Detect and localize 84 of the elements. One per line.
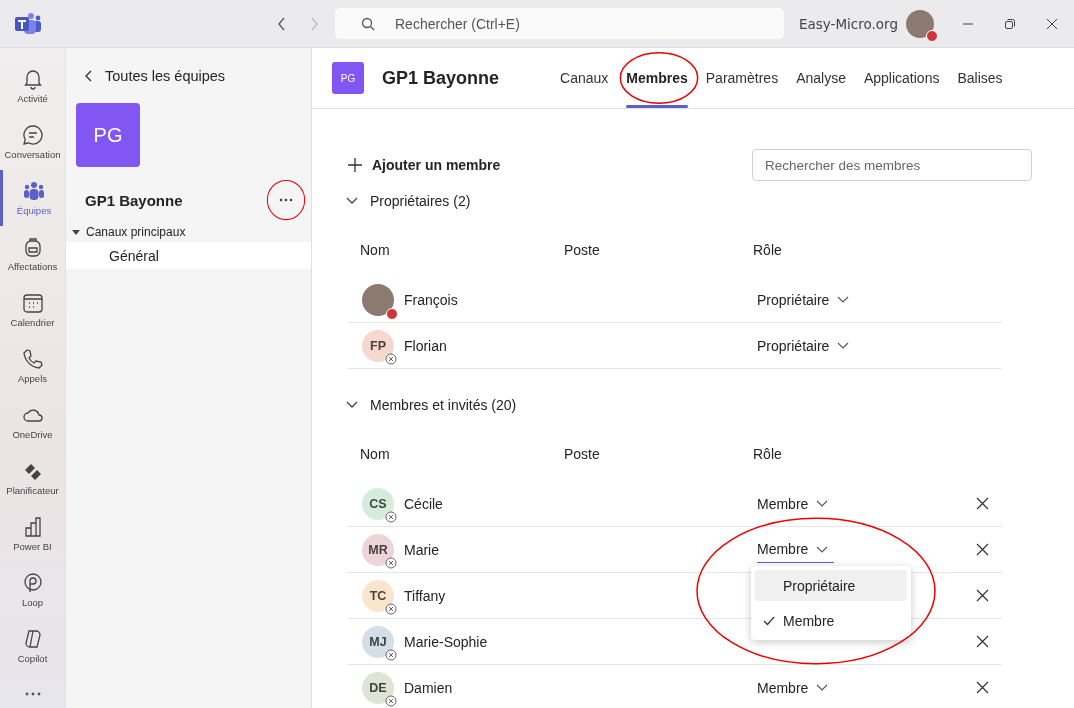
teams-logo-icon[interactable] [14,11,42,36]
avatar: MR [362,533,394,566]
member-name: Florian [404,337,447,354]
avatar: CS [362,487,394,520]
remove-icon[interactable] [976,497,989,510]
column-header: Poste [564,446,601,462]
plus-icon [348,158,362,172]
member-name: Damien [404,679,453,696]
rail-item[interactable]: Calendrier [0,282,66,338]
tab[interactable]: Balises [948,48,1012,108]
remove-icon[interactable] [976,681,989,694]
column-header: Rôle [753,446,783,462]
chevron-icon [837,296,850,303]
back-icon [85,70,93,82]
team-avatar: PG [76,103,140,167]
chevron-icon [816,545,829,553]
tab[interactable]: Membres [617,48,697,108]
avatar: MJ [362,625,394,658]
add-member-button[interactable]: Ajouter un membre [348,157,501,173]
rail-item[interactable]: OneDrive [0,394,66,450]
channel-item[interactable]: Général [66,242,311,269]
tab[interactable]: Applications [854,48,949,108]
column-header: Poste [564,242,601,258]
channel-group-toggle[interactable]: Canaux principaux [72,225,186,239]
team-title: GP1 Bayonne [382,67,500,89]
avatar: TC [362,579,394,612]
caret-icon [72,228,80,236]
remove-icon[interactable] [976,589,989,602]
member-search-field[interactable]: Rechercher des membres [752,149,1032,181]
avatar: FP [362,329,394,362]
rail-item[interactable]: Appels [0,338,66,394]
remove-icon[interactable] [976,635,989,648]
member-name: Tiffany [404,587,446,604]
people-icon [23,180,45,202]
tab[interactable]: Analyse [787,48,855,108]
role-dropdown[interactable]: Membre [757,674,829,701]
column-header: Rôle [753,242,783,258]
menu-option[interactable]: Membre [755,605,907,636]
calendar-icon [21,292,44,314]
chevron-icon [816,684,829,691]
tab[interactable]: Canaux [551,48,618,108]
avatar: DE [362,671,394,704]
chevron-icon [346,401,358,409]
rail-item[interactable]: Power BI [0,506,66,562]
column-header: Nom [360,446,391,462]
check-icon [763,615,775,626]
bell-icon [21,68,44,90]
rail-item[interactable]: Copilot [0,618,66,674]
role-dropdown[interactable]: Propriétaire [757,286,850,313]
phone-icon [21,348,44,370]
back-link[interactable]: Toutes les équipes [85,67,226,85]
rail-item[interactable]: Planificateur [0,450,66,506]
tab[interactable]: Paramètres [696,48,788,108]
chevron-icon [346,197,358,205]
chevron-icon [837,342,850,349]
more-icon[interactable] [24,692,41,696]
restore-icon[interactable] [1004,17,1016,30]
section-toggle[interactable]: Membres et invités (20) [346,395,1032,415]
more-options-icon[interactable] [279,198,293,202]
rail-item[interactable]: Activité [0,58,66,114]
chat-icon [21,124,44,146]
menu-option[interactable]: Propriétaire [755,570,907,601]
organization-name: Easy-Micro.org [799,15,898,32]
rail-item[interactable]: Loop [0,562,66,618]
rail-item[interactable]: Affectations [0,226,66,282]
role-dropdown[interactable]: Membre [757,490,829,517]
team-name: GP1 Bayonne [85,191,183,209]
loop-icon [21,572,44,594]
rail-item[interactable]: Conversation [0,114,66,170]
remove-icon[interactable] [976,543,989,556]
search-field[interactable]: Rechercher (Ctrl+E) [335,8,784,39]
close-icon[interactable] [1046,17,1058,30]
member-name: Cécile [404,495,443,512]
role-dropdown[interactable]: Propriétaire [757,332,850,359]
member-name: François [404,291,458,308]
column-header: Nom [360,242,391,258]
role-dropdown[interactable]: Membre [757,536,835,563]
section-toggle[interactable]: Propriétaires (2) [346,191,1032,211]
member-name: Marie [404,541,439,558]
team-avatar: PG [332,62,364,94]
back-icon[interactable] [277,16,287,31]
search-icon [361,17,375,31]
chevron-icon [816,500,829,507]
member-name: Marie-Sophie [404,633,488,650]
